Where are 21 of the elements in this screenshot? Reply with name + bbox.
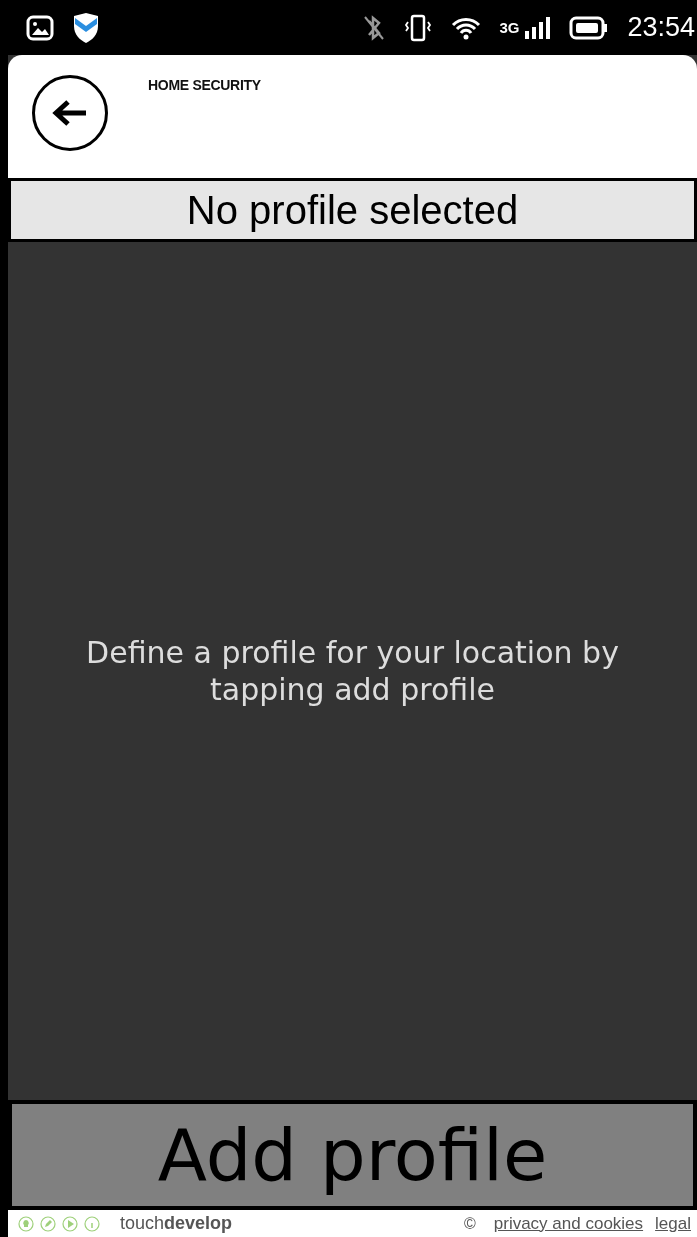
footer-link[interactable]: privacy and cookies	[493, 1213, 644, 1234]
clock-time: 23:54	[627, 12, 695, 43]
bulb-icon[interactable]	[18, 1215, 34, 1232]
footer-link[interactable]: legal	[655, 1213, 691, 1234]
screen-title: HOME SECURITY	[148, 77, 261, 93]
add-profile-button[interactable]: Add profile	[8, 1100, 697, 1210]
network-type: 3G	[499, 19, 520, 36]
info-icon[interactable]	[84, 1215, 100, 1232]
edit-icon[interactable]	[40, 1215, 56, 1232]
signal-icon	[523, 14, 552, 41]
battery-icon	[569, 15, 610, 40]
play-icon[interactable]	[62, 1215, 78, 1232]
empty-message: Define a profile for your location by tapping add profile	[85, 633, 620, 709]
brand-logo: touchdevelop	[120, 1213, 233, 1234]
bluetooth-off-icon	[363, 14, 386, 41]
image-icon	[26, 14, 54, 41]
profile-status: No profile selected	[8, 178, 697, 242]
back-arrow-icon	[52, 98, 88, 128]
vibrate-icon	[403, 12, 434, 43]
shield-icon	[72, 11, 100, 44]
copyright-mark: ©	[463, 1214, 476, 1233]
